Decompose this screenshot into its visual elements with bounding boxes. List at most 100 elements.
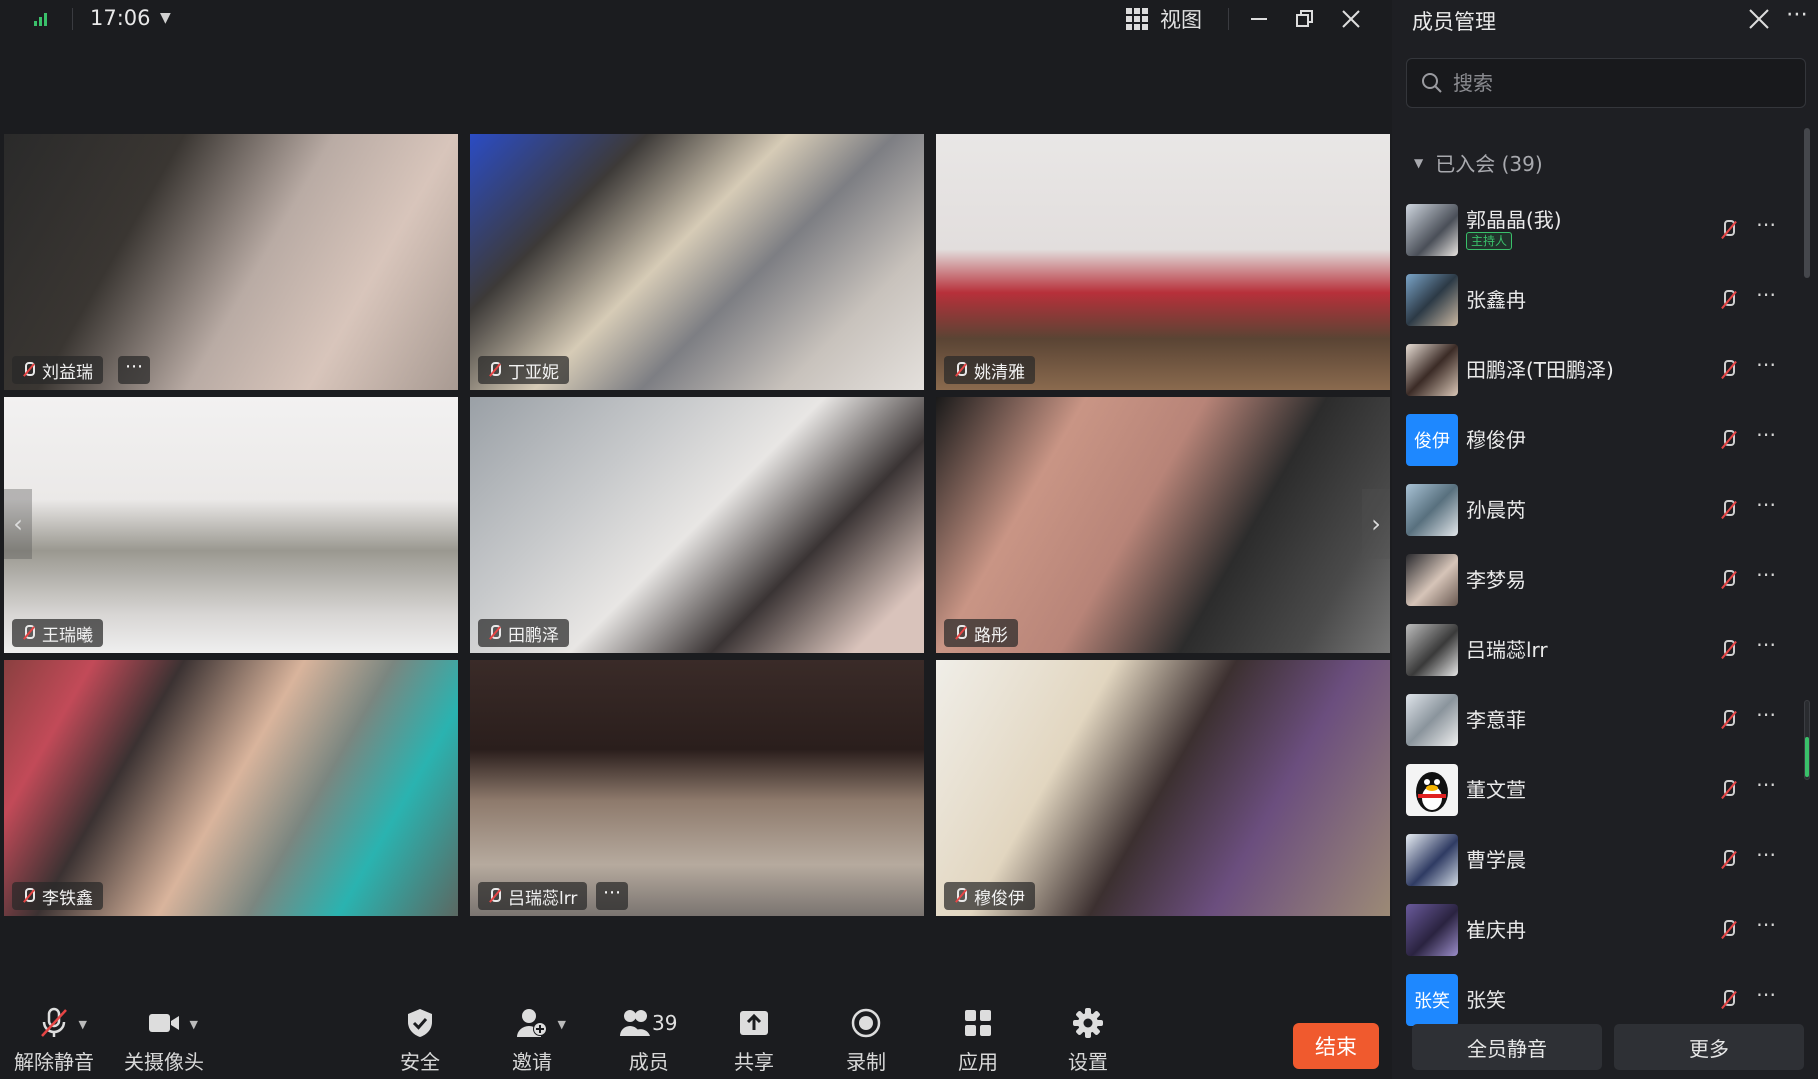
mic-off-icon[interactable] [1718, 430, 1738, 450]
close-panel-button[interactable] [1744, 4, 1774, 34]
joined-group-header[interactable]: ▼ 已入会 (39) [1414, 148, 1543, 177]
gear-icon [1073, 1006, 1103, 1040]
member-row[interactable]: 李意菲 ⋯ [1406, 688, 1786, 748]
next-page-button[interactable]: › [1362, 489, 1390, 559]
divider [72, 8, 73, 30]
mute-all-button[interactable]: 全员静音 [1412, 1024, 1602, 1070]
video-tile[interactable]: 穆俊伊 [936, 660, 1390, 916]
member-name: 崔庆冉 [1466, 918, 1526, 942]
member-more-icon[interactable]: ⋯ [1756, 912, 1776, 936]
mic-off-icon[interactable] [1718, 500, 1738, 520]
avatar [1406, 344, 1458, 396]
member-more-icon[interactable]: ⋯ [1756, 562, 1776, 586]
previous-page-button[interactable]: ‹ [4, 489, 32, 559]
mic-off-icon[interactable] [1718, 850, 1738, 870]
video-tile[interactable]: 李铁鑫 [4, 660, 458, 916]
chevron-down-icon[interactable]: ▼ [190, 1018, 198, 1031]
chevron-down-icon[interactable]: ▼ [79, 1018, 87, 1031]
mic-off-icon[interactable] [1718, 360, 1738, 380]
avatar [1406, 274, 1458, 326]
member-more-icon[interactable]: ⋯ [1756, 212, 1776, 236]
minimize-button[interactable] [1244, 4, 1274, 34]
member-more-icon[interactable]: ⋯ [1756, 982, 1776, 1006]
member-more-icon[interactable]: ⋯ [1756, 772, 1776, 796]
mic-off-icon[interactable] [1718, 920, 1738, 940]
share-button[interactable]: 共享 [734, 1006, 774, 1075]
mic-off-icon[interactable] [1718, 290, 1738, 310]
video-feed [4, 134, 458, 390]
video-tile[interactable]: 吕瑞蕊lrr ⋯ [470, 660, 924, 916]
participant-name: 路彤 [974, 625, 1008, 646]
chevron-down-icon[interactable]: ▼ [160, 10, 171, 26]
member-name: 孙晨芮 [1466, 498, 1526, 522]
close-icon [1749, 9, 1769, 29]
member-more-icon[interactable]: ⋯ [1756, 632, 1776, 656]
video-feed [470, 134, 924, 390]
record-button[interactable]: 录制 [846, 1006, 886, 1075]
view-label: 视图 [1160, 8, 1202, 32]
member-row[interactable]: 吕瑞蕊lrr ⋯ [1406, 618, 1786, 678]
chevron-down-icon[interactable]: ▼ [558, 1018, 566, 1031]
close-window-button[interactable] [1336, 4, 1366, 34]
participant-name: 王瑞曦 [42, 625, 93, 646]
avatar: 俊伊 [1406, 414, 1458, 466]
member-row[interactable]: 俊伊 穆俊伊 ⋯ [1406, 408, 1786, 468]
settings-label: 设置 [1068, 1050, 1108, 1074]
mic-off-icon[interactable] [1718, 570, 1738, 590]
restore-button[interactable] [1290, 4, 1320, 34]
member-more-icon[interactable]: ⋯ [1756, 352, 1776, 376]
unmute-label: 解除静音 [14, 1050, 94, 1074]
video-tile[interactable]: ‹ 王瑞曦 [4, 397, 458, 653]
mic-off-icon [20, 361, 36, 379]
host-badge: 主持人 [1466, 232, 1513, 250]
mic-off-icon [486, 624, 502, 642]
settings-button[interactable]: 设置 [1068, 1006, 1108, 1075]
member-more-icon[interactable]: ⋯ [1756, 702, 1776, 726]
search-input[interactable] [1453, 67, 1793, 99]
member-more-icon[interactable]: ⋯ [1756, 842, 1776, 866]
mic-off-icon[interactable] [1718, 220, 1738, 240]
member-row[interactable]: 曹学晨 ⋯ [1406, 828, 1786, 888]
member-row[interactable]: 李梦易 ⋯ [1406, 548, 1786, 608]
member-row[interactable]: 张鑫冉 ⋯ [1406, 268, 1786, 328]
more-options-button[interactable]: ⋯ [596, 882, 628, 910]
member-row[interactable]: 田鹏泽(T田鹏泽) ⋯ [1406, 338, 1786, 398]
apps-label: 应用 [958, 1050, 998, 1074]
video-tile[interactable]: › 路彤 [936, 397, 1390, 653]
restore-icon [1296, 10, 1313, 27]
end-meeting-button[interactable]: 结束 [1293, 1023, 1379, 1069]
penguin-avatar [1406, 764, 1458, 816]
video-tile[interactable]: 田鹏泽 [470, 397, 924, 653]
add-user-icon: ▼ [516, 1006, 566, 1040]
mic-off-icon[interactable] [1718, 990, 1738, 1010]
member-row[interactable]: 郭晶晶(我) 主持人 ⋯ [1406, 198, 1786, 258]
view-button[interactable]: 视图 [1126, 4, 1202, 34]
video-tile[interactable]: 丁亚妮 [470, 134, 924, 390]
more-actions-button[interactable]: 更多 [1614, 1024, 1804, 1070]
video-tile[interactable]: 姚清雅 [936, 134, 1390, 390]
member-row[interactable]: 张笑 张笑 ⋯ [1406, 968, 1786, 1028]
invite-button[interactable]: ▼ 邀请 [512, 1006, 566, 1075]
camera-button[interactable]: ▼ 关摄像头 [124, 1006, 204, 1075]
panel-title: 成员管理 [1412, 10, 1496, 34]
mic-off-icon[interactable] [1718, 710, 1738, 730]
member-search[interactable] [1406, 58, 1806, 108]
member-row[interactable]: 董文萱 ⋯ [1406, 758, 1786, 818]
panel-more-icon[interactable]: ⋯ [1786, 2, 1808, 27]
member-more-icon[interactable]: ⋯ [1756, 282, 1776, 306]
search-icon [1422, 73, 1442, 93]
more-options-button[interactable]: ⋯ [118, 356, 150, 384]
mic-off-icon[interactable] [1718, 780, 1738, 800]
members-button[interactable]: 39 成员 [620, 1006, 677, 1075]
video-tile[interactable]: 刘益瑞 ⋯ [4, 134, 458, 390]
security-button[interactable]: 安全 [400, 1006, 440, 1075]
member-row[interactable]: 孙晨芮 ⋯ [1406, 478, 1786, 538]
apps-button[interactable]: 应用 [958, 1006, 998, 1075]
unmute-button[interactable]: ▼ 解除静音 [14, 1006, 94, 1075]
mic-off-icon: ▼ [39, 1006, 87, 1040]
member-list-scrollbar[interactable] [1804, 128, 1810, 278]
member-row[interactable]: 崔庆冉 ⋯ [1406, 898, 1786, 958]
mic-off-icon[interactable] [1718, 640, 1738, 660]
member-more-icon[interactable]: ⋯ [1756, 422, 1776, 446]
member-more-icon[interactable]: ⋯ [1756, 492, 1776, 516]
